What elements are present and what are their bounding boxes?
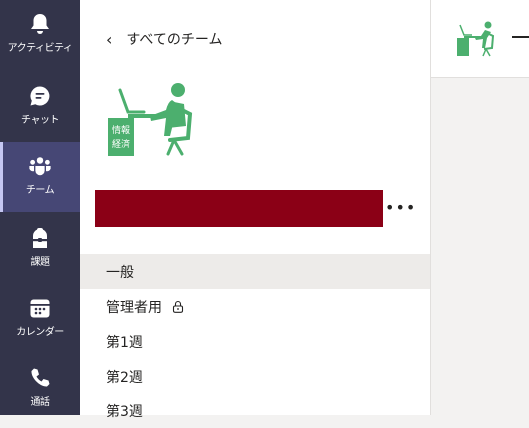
team-name-redacted	[95, 190, 383, 227]
team-logo: 情報 経済	[108, 83, 193, 156]
rail-item-label: 課題	[30, 257, 51, 268]
rail-item-label: カレンダー	[16, 327, 64, 338]
team-panel: ‹ すべてのチーム 情報 経済 ••• 一般 管理者用 第1週 第2週 第3週	[80, 0, 431, 420]
header-team-avatar[interactable]	[455, 20, 495, 58]
calendar-icon	[28, 296, 52, 320]
channel-label: 第3週	[106, 403, 143, 420]
phone-icon	[28, 366, 52, 390]
rail-item-label: チャット	[21, 115, 59, 126]
rail-item-assignments[interactable]: 課題	[0, 214, 80, 284]
rail-item-chat[interactable]: チャット	[0, 72, 80, 142]
team-title-truncated	[512, 36, 529, 38]
channel-content	[431, 0, 529, 415]
rail-item-calls[interactable]: 通話	[0, 354, 80, 424]
channel-item-week3[interactable]: 第3週	[80, 393, 430, 428]
channel-item-general[interactable]: 一般	[80, 254, 430, 289]
channel-item-admin[interactable]: 管理者用	[80, 289, 430, 324]
back-to-all-teams-link[interactable]: ‹ すべてのチーム	[106, 28, 222, 50]
back-label: すべてのチーム	[126, 32, 223, 48]
channel-item-week2[interactable]: 第2週	[80, 359, 430, 394]
channel-label: 管理者用	[106, 299, 162, 316]
rail-item-calendar[interactable]: カレンダー	[0, 284, 80, 354]
channel-item-week1[interactable]: 第1週	[80, 324, 430, 359]
assignments-icon	[28, 226, 52, 250]
channel-header	[431, 0, 529, 78]
lock-icon	[172, 300, 186, 314]
chat-icon	[28, 84, 52, 108]
team-logo-line-1: 情報	[112, 124, 130, 136]
rail-item-label: 通話	[30, 397, 51, 408]
bell-icon	[28, 12, 52, 36]
channel-label: 第1週	[106, 334, 143, 351]
team-logo-line-2: 経済	[112, 138, 130, 150]
rail-item-activity[interactable]: アクティビティ	[0, 0, 80, 70]
teams-icon	[28, 154, 52, 178]
more-options-button[interactable]: •••	[385, 197, 415, 219]
chevron-left-icon: ‹	[106, 29, 113, 49]
channel-label: 一般	[106, 264, 134, 281]
rail-item-label: チーム	[25, 185, 55, 196]
channel-label: 第2週	[106, 369, 143, 386]
app-rail: アクティビティ チャット チーム 課題 カレンダー 通話	[0, 0, 80, 415]
rail-item-teams[interactable]: チーム	[0, 142, 80, 212]
rail-item-label: アクティビティ	[7, 43, 73, 54]
